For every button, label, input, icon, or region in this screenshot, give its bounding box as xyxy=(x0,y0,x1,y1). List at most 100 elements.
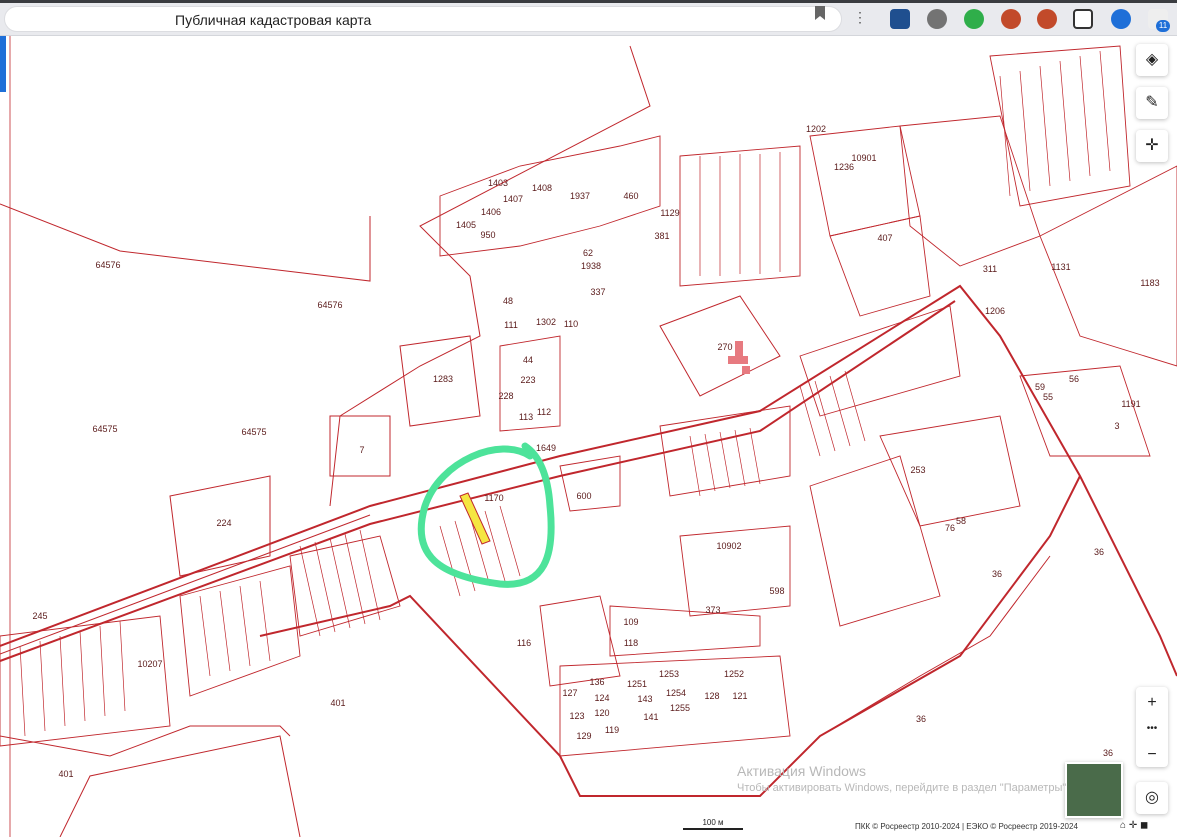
parcel-label[interactable]: 460 xyxy=(623,191,638,201)
parcel-label[interactable]: 1202 xyxy=(806,124,826,134)
parcel-label[interactable]: 598 xyxy=(769,586,784,596)
parcel-label[interactable]: 10207 xyxy=(137,659,162,669)
parcel-label[interactable]: 64575 xyxy=(241,427,266,437)
tab-strip xyxy=(0,0,1177,3)
extension-icon-7[interactable] xyxy=(1111,9,1131,29)
parcel-label[interactable]: 1251 xyxy=(627,679,647,689)
parcel-label[interactable]: 123 xyxy=(569,711,584,721)
parcel-label[interactable]: 128 xyxy=(704,691,719,701)
parcel-label[interactable]: 56 xyxy=(1069,374,1079,384)
locate-button[interactable]: ✛ xyxy=(1136,130,1168,162)
parcel-label[interactable]: 1255 xyxy=(670,703,690,713)
parcel-label[interactable]: 407 xyxy=(877,233,892,243)
parcel-label[interactable]: 1254 xyxy=(666,688,686,698)
parcel-label[interactable]: 110 xyxy=(564,319,578,329)
parcel-label[interactable]: 311 xyxy=(983,264,997,274)
parcel-label[interactable]: 1183 xyxy=(1140,278,1159,288)
parcel-label[interactable]: 109 xyxy=(623,617,638,627)
parcel-label[interactable]: 224 xyxy=(216,518,231,528)
parcel-label[interactable]: 401 xyxy=(330,698,345,708)
parcel-label[interactable]: 245 xyxy=(32,611,47,621)
layers-button[interactable]: ◈ xyxy=(1136,44,1168,76)
bookmark-icon[interactable] xyxy=(814,6,826,20)
parcel-label[interactable]: 113 xyxy=(519,412,533,422)
parcel-label[interactable]: 129 xyxy=(576,731,591,741)
parcel-label[interactable]: 124 xyxy=(594,693,609,703)
parcel-label[interactable]: 373 xyxy=(705,605,720,615)
parcel-label[interactable]: 1253 xyxy=(659,669,679,679)
parcel-label[interactable]: 1937 xyxy=(570,191,590,201)
extension-icon-2[interactable] xyxy=(927,9,947,29)
parcel-label[interactable]: 1191 xyxy=(1121,399,1140,409)
map-canvas[interactable]: 645766457664575 6457522424540140112837111… xyxy=(0,36,1177,837)
parcel-label[interactable]: 36 xyxy=(916,714,926,724)
parcel-label[interactable]: 1405 xyxy=(456,220,476,230)
parcel-label[interactable]: 1406 xyxy=(481,207,501,217)
parcel-label[interactable]: 7 xyxy=(359,445,364,455)
zoom-out-button[interactable]: − xyxy=(1136,739,1168,771)
parcel-label[interactable]: 58 xyxy=(956,516,966,526)
parcel-label[interactable]: 59 xyxy=(1035,382,1045,392)
parcel-label[interactable]: 120 xyxy=(594,708,609,718)
address-bar[interactable]: Публичная кадастровая карта xyxy=(4,6,842,32)
extension-icon-6[interactable] xyxy=(1073,9,1093,29)
compass-button[interactable]: ◎ xyxy=(1136,782,1168,814)
parcel-label[interactable]: 10902 xyxy=(716,541,741,551)
parcel-label[interactable]: 36 xyxy=(1103,748,1113,758)
more-vertical-icon[interactable]: ⋮ xyxy=(853,9,867,26)
parcel-label[interactable]: 1302 xyxy=(536,317,556,327)
parcel-label[interactable]: 112 xyxy=(537,407,551,417)
side-panel-toggle[interactable] xyxy=(0,36,6,92)
parcel-label[interactable]: 48 xyxy=(503,296,513,306)
parcel-label[interactable]: 127 xyxy=(562,688,577,698)
ruler-button[interactable]: ✎ xyxy=(1136,87,1168,119)
parcel-label[interactable]: 950 xyxy=(480,230,495,240)
parcel-label[interactable]: 44 xyxy=(523,355,533,365)
parcel-label[interactable]: 1131 xyxy=(1051,262,1070,272)
parcel-label[interactable]: 381 xyxy=(654,231,669,241)
parcel-label[interactable]: 111 xyxy=(504,320,518,330)
extension-icon-3[interactable] xyxy=(964,9,984,29)
parcel-label[interactable]: 253 xyxy=(910,465,925,475)
parcel-label[interactable]: 118 xyxy=(624,638,638,648)
parcel-label[interactable]: 143 xyxy=(637,694,652,704)
parcel-label[interactable]: 62 xyxy=(583,248,593,258)
parcel-label[interactable]: 401 xyxy=(58,769,73,779)
extension-icon-4[interactable] xyxy=(1001,9,1021,29)
parcel-label[interactable]: 36 xyxy=(992,569,1002,579)
extension-icon-1[interactable] xyxy=(890,9,910,29)
parcel-label[interactable]: 337 xyxy=(590,287,605,297)
parcel-label[interactable]: 600 xyxy=(576,491,591,501)
parcel-label[interactable]: 10901 xyxy=(851,153,876,163)
parcel-label[interactable]: 3 xyxy=(1114,421,1119,431)
basemap-switcher-thumbnail[interactable] xyxy=(1065,762,1123,818)
parcel-label[interactable]: 55 xyxy=(1043,392,1053,402)
parcel-label[interactable]: 136 xyxy=(589,677,604,687)
parcel-label[interactable]: 116 xyxy=(517,638,531,648)
parcel-label[interactable]: 1283 xyxy=(433,374,453,384)
parcel-label[interactable]: 1170 xyxy=(484,493,503,503)
parcel-label[interactable]: 141 xyxy=(643,712,658,722)
parcel-label[interactable]: 64575 xyxy=(92,424,117,434)
parcel-label[interactable]: 64576 xyxy=(95,260,120,270)
parcel-label[interactable]: 76 xyxy=(945,523,955,533)
parcel-label[interactable]: 1236 xyxy=(834,162,854,172)
parcel-label[interactable]: 1252 xyxy=(724,669,744,679)
parcel-label[interactable]: 1938 xyxy=(581,261,601,271)
parcel-label[interactable]: 1407 xyxy=(503,194,523,204)
parcel-label[interactable]: 1649 xyxy=(536,443,556,453)
parcel-label[interactable]: 36 xyxy=(1094,547,1104,557)
parcel-label[interactable]: 121 xyxy=(732,691,747,701)
parcel-label[interactable]: 1403 xyxy=(488,178,508,188)
extension-icon-5[interactable] xyxy=(1037,9,1057,29)
parcel-label[interactable]: 1408 xyxy=(532,183,552,193)
cadastral-map[interactable]: 64576 64576 64575 64575 224 245 401 401 1283 7 111… xyxy=(0,36,1177,837)
parcel-label[interactable]: 1129 xyxy=(660,208,679,218)
parcel-label[interactable]: 119 xyxy=(605,725,619,735)
parcel-label[interactable]: 223 xyxy=(520,375,535,385)
parcel-label[interactable]: 228 xyxy=(498,391,513,401)
parcel-label[interactable]: 270 xyxy=(717,342,732,352)
parcel-label[interactable]: 1206 xyxy=(985,306,1005,316)
footer-icons: ⌂ ✛ ◼ xyxy=(1120,820,1149,831)
parcel-label[interactable]: 64576 xyxy=(317,300,342,310)
